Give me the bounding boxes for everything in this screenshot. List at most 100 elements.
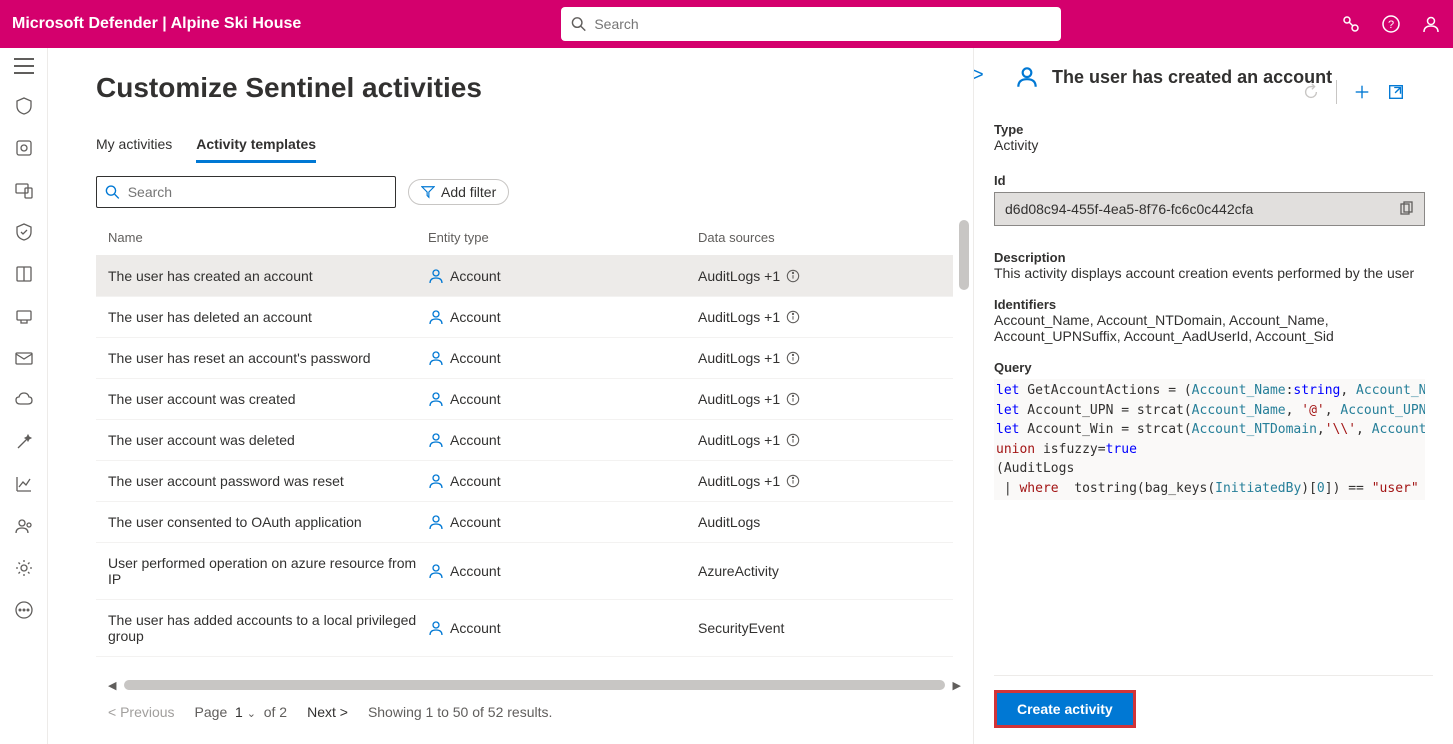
next-page[interactable]: Next > bbox=[307, 704, 348, 720]
row-sources: AuditLogs +1 bbox=[698, 309, 941, 325]
table-row[interactable]: The user has created an account Account … bbox=[96, 256, 953, 297]
account-icon bbox=[428, 432, 444, 448]
scroll-left-icon[interactable]: ◀ bbox=[108, 679, 116, 692]
account-icon bbox=[428, 514, 444, 530]
page-label: Page bbox=[195, 704, 228, 720]
row-name: The user has added accounts to a local p… bbox=[108, 612, 428, 644]
secure-score-icon[interactable] bbox=[14, 222, 34, 242]
table-row[interactable]: The user account password was reset Acco… bbox=[96, 461, 953, 502]
account-icon bbox=[428, 268, 444, 284]
horizontal-scrollbar[interactable]: ◀ ▶ bbox=[96, 679, 973, 691]
row-sources: AuditLogs bbox=[698, 514, 941, 530]
create-activity-button[interactable]: Create activity bbox=[994, 690, 1136, 728]
copy-icon[interactable] bbox=[1398, 201, 1414, 217]
row-sources: AuditLogs +1 bbox=[698, 473, 941, 489]
devices-icon[interactable] bbox=[14, 180, 34, 200]
partner-icon[interactable] bbox=[14, 306, 34, 326]
query-content: let GetAccountActions = (Account_Name:st… bbox=[994, 379, 1425, 500]
identifiers-value: Account_Name, Account_NTDomain, Account_… bbox=[994, 312, 1425, 344]
details-header: The user has created an account bbox=[1014, 64, 1433, 90]
wand-icon[interactable] bbox=[14, 432, 34, 452]
identifiers-label: Identifiers bbox=[994, 297, 1425, 312]
row-name: The user has created an account bbox=[108, 268, 428, 284]
col-entity-type[interactable]: Entity type bbox=[428, 230, 698, 245]
account-icon bbox=[428, 309, 444, 325]
table-row[interactable]: The user has reset an account's password… bbox=[96, 338, 953, 379]
info-icon[interactable] bbox=[786, 351, 800, 365]
results-count: Showing 1 to 50 of 52 results. bbox=[368, 704, 552, 720]
table-row[interactable]: User performed operation on azure resour… bbox=[96, 543, 953, 600]
add-filter-button[interactable]: Add filter bbox=[408, 179, 509, 205]
id-value: d6d08c94-455f-4ea5-8f76-fc6c0c442cfa bbox=[1005, 201, 1253, 217]
row-sources: AuditLogs +1 bbox=[698, 350, 941, 366]
row-entity: Account bbox=[428, 432, 698, 448]
svg-text:?: ? bbox=[1388, 19, 1394, 31]
left-nav bbox=[0, 48, 48, 744]
users-icon[interactable] bbox=[14, 516, 34, 536]
row-entity: Account bbox=[428, 620, 698, 636]
row-entity: Account bbox=[428, 473, 698, 489]
previous-page[interactable]: < Previous bbox=[108, 704, 175, 720]
tab-my-activities[interactable]: My activities bbox=[96, 128, 172, 163]
id-box: d6d08c94-455f-4ea5-8f76-fc6c0c442cfa bbox=[994, 192, 1425, 226]
info-icon[interactable] bbox=[786, 474, 800, 488]
info-icon[interactable] bbox=[786, 269, 800, 283]
add-filter-label: Add filter bbox=[441, 184, 496, 200]
info-icon[interactable] bbox=[786, 392, 800, 406]
menu-toggle-icon[interactable] bbox=[14, 58, 34, 74]
info-icon[interactable] bbox=[786, 310, 800, 324]
row-sources: SecurityEvent bbox=[698, 620, 941, 636]
row-sources: AuditLogs +1 bbox=[698, 391, 941, 407]
account-icon[interactable] bbox=[1421, 14, 1441, 34]
global-search-input[interactable] bbox=[594, 16, 1051, 32]
table-row[interactable]: The user consented to OAuth application … bbox=[96, 502, 953, 543]
collapse-panel-icon[interactable]: > bbox=[973, 64, 984, 87]
row-sources: AuditLogs +1 bbox=[698, 268, 941, 284]
search-icon bbox=[105, 184, 120, 200]
reports-icon[interactable] bbox=[14, 474, 34, 494]
row-name: The user account was deleted bbox=[108, 432, 428, 448]
tabs: My activities Activity templates bbox=[96, 128, 973, 164]
table-row[interactable]: The user account was created Account Aud… bbox=[96, 379, 953, 420]
page-current[interactable]: 1 bbox=[235, 704, 243, 720]
top-bar: Microsoft Defender | Alpine Ski House ? bbox=[0, 0, 1453, 48]
table-row[interactable]: The user account was deleted Account Aud… bbox=[96, 420, 953, 461]
info-icon[interactable] bbox=[786, 433, 800, 447]
details-panel: > The user has created an account Type A… bbox=[973, 48, 1453, 744]
community-icon[interactable] bbox=[1341, 14, 1361, 34]
page-of: of 2 bbox=[264, 704, 287, 720]
row-entity: Account bbox=[428, 563, 698, 579]
row-name: The user consented to OAuth application bbox=[108, 514, 428, 530]
global-search-box[interactable] bbox=[561, 7, 1061, 41]
account-icon bbox=[428, 473, 444, 489]
table-search[interactable] bbox=[96, 176, 396, 208]
learning-icon[interactable] bbox=[14, 264, 34, 284]
more-icon[interactable] bbox=[14, 600, 34, 620]
table-search-input[interactable] bbox=[128, 184, 387, 200]
row-entity: Account bbox=[428, 391, 698, 407]
col-name[interactable]: Name bbox=[108, 230, 428, 245]
row-name: The user account was created bbox=[108, 391, 428, 407]
table-row[interactable]: The user has deleted an account Account … bbox=[96, 297, 953, 338]
tab-activity-templates[interactable]: Activity templates bbox=[196, 128, 316, 163]
page-title: Customize Sentinel activities bbox=[96, 72, 973, 104]
cloud-icon[interactable] bbox=[14, 390, 34, 410]
row-entity: Account bbox=[428, 350, 698, 366]
description-value: This activity displays account creation … bbox=[994, 265, 1425, 281]
topbar-actions: ? bbox=[1341, 14, 1441, 34]
vertical-scrollbar[interactable] bbox=[959, 220, 969, 679]
shield-icon[interactable] bbox=[14, 96, 34, 116]
assets-icon[interactable] bbox=[14, 138, 34, 158]
row-sources: AzureActivity bbox=[698, 563, 941, 579]
main-content: Customize Sentinel activities My activit… bbox=[48, 48, 973, 744]
pagination: < Previous Page 1 ⌄ of 2 Next > Showing … bbox=[96, 691, 973, 744]
scroll-right-icon[interactable]: ▶ bbox=[953, 679, 961, 692]
email-icon[interactable] bbox=[14, 348, 34, 368]
col-data-sources[interactable]: Data sources bbox=[698, 230, 941, 245]
page-chevron-icon[interactable]: ⌄ bbox=[247, 708, 256, 720]
settings-icon[interactable] bbox=[14, 558, 34, 578]
table-row[interactable]: The user has added accounts to a local p… bbox=[96, 600, 953, 657]
type-value: Activity bbox=[994, 137, 1425, 153]
help-icon[interactable]: ? bbox=[1381, 14, 1401, 34]
table-header: Name Entity type Data sources bbox=[96, 220, 953, 256]
